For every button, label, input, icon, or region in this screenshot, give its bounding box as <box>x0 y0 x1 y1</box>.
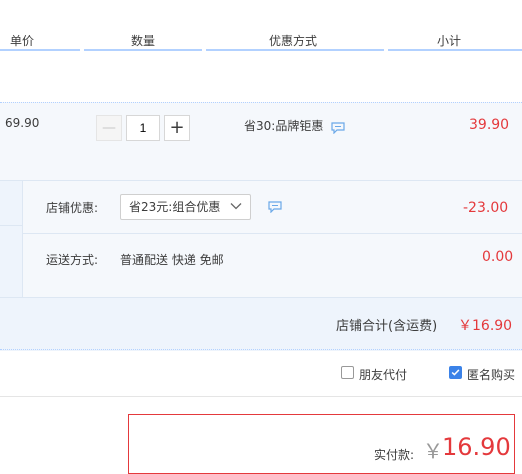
quantity-increase-button[interactable]: + <box>164 115 190 141</box>
options-divider <box>0 396 522 397</box>
header-promotion: 优惠方式 <box>269 34 318 48</box>
friend-pay-checkbox[interactable] <box>341 366 354 379</box>
item-subtotal: 39.90 <box>469 117 510 133</box>
promo-message-icon[interactable] <box>331 122 345 134</box>
shipping-label: 运送方式: <box>46 253 99 267</box>
anonymous-checkbox[interactable] <box>449 366 462 379</box>
cart-table-header: 单价 数量 优惠方式 小计 <box>0 0 522 51</box>
header-quantity: 数量 <box>131 34 156 48</box>
chevron-down-icon <box>230 203 242 210</box>
check-icon <box>451 369 460 376</box>
shipping-method: 普通配送 快递 免邮 <box>120 253 224 267</box>
shop-total-value: ￥16.90 <box>458 318 513 334</box>
shop-total-label: 店铺合计(含运费) <box>336 319 438 334</box>
quantity-input[interactable] <box>126 115 160 141</box>
section-divider <box>0 349 522 350</box>
payment-label: 实付款: <box>374 448 415 462</box>
quantity-decrease-button[interactable]: — <box>96 115 122 141</box>
discount-message-icon[interactable] <box>268 201 282 213</box>
shop-discount-select-value: 省23元:组合优惠 <box>129 200 221 214</box>
shop-discount-select[interactable]: 省23元:组合优惠 <box>120 194 251 220</box>
shop-discount-label: 店铺优惠: <box>46 201 99 215</box>
item-unit-price: 69.90 <box>5 116 40 130</box>
anonymous-label: 匿名购买 <box>467 368 516 382</box>
cart-item-row: 69.90 — + 省30:品牌钜惠 39.90 <box>0 102 522 181</box>
friend-pay-label: 朋友代付 <box>359 368 408 382</box>
shop-summary-panel: 店铺优惠: 省23元:组合优惠 -23.00 运送方式: 普通配送 快递 免邮 … <box>0 180 522 351</box>
shipping-value: 0.00 <box>482 249 514 265</box>
item-promotion: 省30:品牌钜惠 <box>244 119 324 133</box>
payment-amount: 16.90 <box>442 433 511 461</box>
header-subtotal: 小计 <box>437 34 462 48</box>
header-unit-price: 单价 <box>10 34 35 48</box>
payment-currency: ￥ <box>423 439 443 463</box>
shop-discount-value: -23.00 <box>463 200 509 216</box>
header-divider <box>0 49 522 51</box>
payment-summary-box: 实付款: ￥ 16.90 <box>128 414 515 474</box>
